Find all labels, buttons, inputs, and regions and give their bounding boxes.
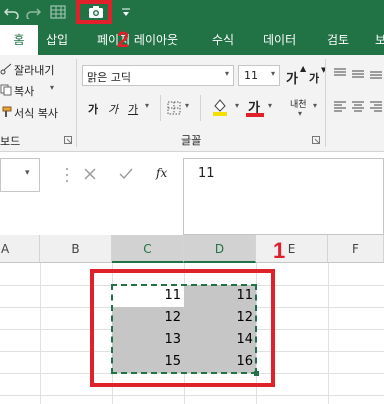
- annotation-box-range: [90, 269, 275, 387]
- column-header-c[interactable]: C: [112, 235, 184, 263]
- column-header-b[interactable]: B: [40, 235, 112, 263]
- column-header-f[interactable]: F: [328, 235, 384, 263]
- format-painter-button[interactable]: 서식 복사: [14, 105, 58, 121]
- grow-font-caret-icon: ▲: [300, 64, 307, 73]
- align-left-icon[interactable]: [333, 99, 347, 113]
- chevron-down-icon: ▾: [270, 69, 275, 78]
- tab-page-layout[interactable]: 페이지 레이아웃: [97, 25, 178, 55]
- chevron-down-icon[interactable]: ▾: [313, 101, 317, 110]
- annotation-label-2: 2: [117, 27, 130, 52]
- chevron-down-icon: ▾: [25, 168, 30, 178]
- clipboard-launcher-icon[interactable]: [64, 136, 72, 144]
- chevron-down-icon[interactable]: ▾: [298, 109, 302, 118]
- font-size-value: 11: [244, 69, 258, 82]
- tab-insert[interactable]: 삽입: [46, 25, 68, 55]
- ribbon-tabs: 홈 삽입 페이지 레이아웃 수식 데이터 검토 보: [0, 25, 384, 55]
- chevron-down-icon[interactable]: ▾: [145, 101, 149, 110]
- column-header-d[interactable]: D: [184, 235, 256, 263]
- copy-button[interactable]: 복사: [14, 83, 34, 99]
- format-painter-icon: [2, 106, 12, 117]
- cancel-icon[interactable]: [84, 168, 96, 180]
- grid-icon[interactable]: [50, 5, 66, 19]
- chevron-down-icon[interactable]: ▾: [268, 101, 272, 110]
- cut-button[interactable]: 잘라내기: [14, 62, 54, 78]
- shrink-font-button[interactable]: 가: [309, 70, 319, 86]
- grow-font-button[interactable]: 가: [286, 68, 298, 87]
- gridline: [0, 395, 384, 396]
- chevron-down-icon[interactable]: ▾: [235, 101, 239, 110]
- align-center-icon[interactable]: [351, 99, 365, 113]
- resize-handle-icon[interactable]: [64, 166, 70, 184]
- tab-data[interactable]: 데이터: [263, 25, 296, 55]
- clipboard-group-label: 보드: [0, 135, 21, 148]
- font-name-value: 맑은 고딕: [87, 71, 131, 84]
- customize-icon[interactable]: [122, 8, 130, 18]
- quick-access-toolbar: [0, 0, 384, 25]
- chevron-down-icon: ▾: [224, 69, 229, 78]
- insert-function-button[interactable]: fx: [156, 166, 167, 180]
- tab-review[interactable]: 검토: [327, 25, 349, 55]
- scissors-icon: [0, 63, 12, 75]
- borders-icon[interactable]: [167, 101, 181, 115]
- align-top-icon[interactable]: [333, 67, 347, 79]
- align-bottom-icon[interactable]: [369, 67, 383, 79]
- fill-color-icon[interactable]: [212, 97, 228, 117]
- undo-icon[interactable]: [4, 5, 20, 19]
- bold-button[interactable]: 가: [88, 101, 98, 117]
- font-launcher-icon[interactable]: [312, 136, 320, 144]
- tab-view[interactable]: 보: [375, 25, 384, 55]
- redo-icon[interactable]: [25, 5, 41, 19]
- column-header-a[interactable]: A: [0, 235, 40, 263]
- font-group-label: 글꼴: [181, 134, 202, 147]
- group-separator: [200, 95, 201, 121]
- formula-bar: ▾ fx 11: [0, 158, 384, 235]
- copy-icon: [0, 84, 12, 96]
- align-right-icon[interactable]: [369, 99, 383, 113]
- annotation-label-1: 1: [273, 238, 286, 263]
- font-name-box[interactable]: 맑은 고딕 ▾: [82, 65, 234, 86]
- tab-home[interactable]: 홈: [0, 25, 38, 55]
- copy-dropdown-icon[interactable]: ▾: [50, 83, 54, 92]
- ribbon: 잘라내기 복사 ▾ 서식 복사 보드 맑은 고딕 ▾ 11 ▾ 가 ▲ 가 ▼ …: [0, 55, 384, 152]
- formula-value: 11: [198, 166, 215, 181]
- group-separator: [76, 59, 77, 147]
- font-color-swatch: [246, 113, 264, 117]
- group-separator: [160, 95, 161, 121]
- chevron-down-icon[interactable]: ▾: [185, 101, 189, 110]
- italic-button[interactable]: 가: [108, 101, 118, 117]
- annotation-box-camera: [76, 0, 112, 24]
- group-separator: [325, 59, 326, 147]
- column-header-e[interactable]: E: [256, 235, 328, 263]
- align-middle-icon[interactable]: [351, 67, 365, 79]
- formula-input[interactable]: 11: [183, 158, 384, 235]
- underline-button[interactable]: 가: [128, 101, 138, 117]
- name-box[interactable]: ▾: [0, 158, 40, 192]
- enter-icon[interactable]: [119, 168, 133, 180]
- tab-formulas[interactable]: 수식: [212, 25, 234, 55]
- font-size-box[interactable]: 11 ▾: [238, 65, 280, 86]
